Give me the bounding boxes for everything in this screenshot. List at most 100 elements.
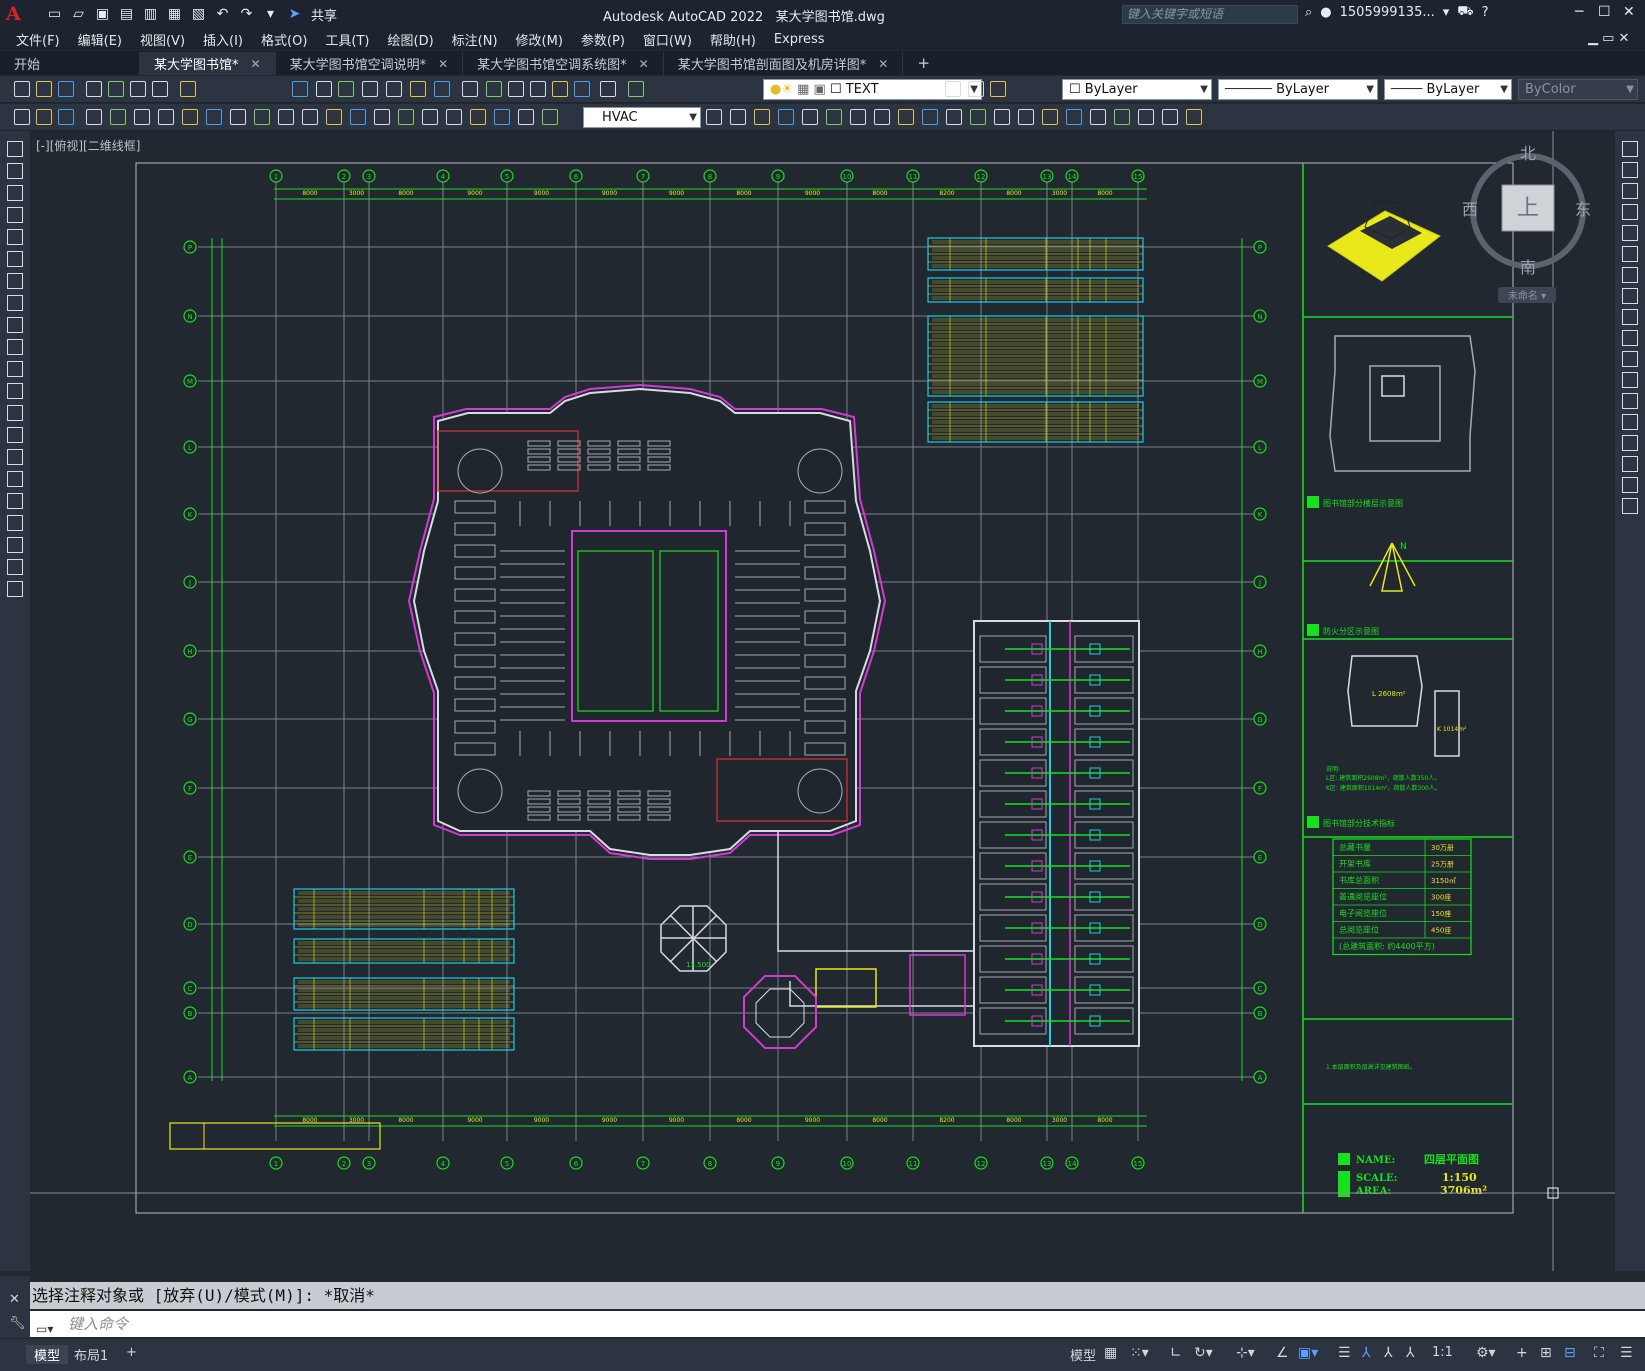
draw-tool-icon[interactable] (7, 317, 23, 333)
dimension-tool-icon[interactable] (134, 109, 150, 125)
modify-tool-icon[interactable] (1622, 372, 1638, 388)
dimension-tool-icon[interactable] (706, 109, 722, 125)
modify-tool-icon[interactable] (1622, 183, 1638, 199)
ortho-icon[interactable]: ∟ (1170, 1345, 1182, 1361)
dimension-tool-icon[interactable] (494, 109, 510, 125)
annotation-scale-icon[interactable]: ⅄ (1406, 1345, 1415, 1361)
draw-tool-icon[interactable] (7, 559, 23, 575)
close-tab-icon[interactable]: ✕ (251, 57, 261, 71)
menu-format[interactable]: 格式(O) (261, 30, 307, 49)
standard-tool-icon[interactable] (462, 81, 478, 97)
user-account[interactable]: 1505999135... (1340, 5, 1435, 20)
osnap-icon[interactable]: ⊹▾ (1236, 1345, 1255, 1361)
dimension-tool-icon[interactable] (1162, 109, 1178, 125)
draw-tool-icon[interactable] (7, 427, 23, 443)
tab-model[interactable]: 模型 (26, 1345, 69, 1364)
dimension-tool-icon[interactable] (302, 109, 318, 125)
tab-ac-description[interactable]: 某大学图书馆空调说明* ✕ (276, 52, 464, 75)
standard-tool-icon[interactable] (574, 81, 590, 97)
menu-parametric[interactable]: 参数(P) (581, 30, 625, 49)
draw-tool-icon[interactable] (7, 273, 23, 289)
draw-tool-icon[interactable] (7, 251, 23, 267)
annomonitor-icon[interactable]: + (1516, 1345, 1528, 1361)
close-button[interactable]: ✕ (1623, 4, 1635, 20)
drawing-canvas[interactable]: 1122334455667788991010111112121313141415… (30, 131, 1615, 1271)
standard-tool-icon[interactable] (552, 81, 568, 97)
tab-ac-system[interactable]: 某大学图书馆空调系统图* ✕ (463, 52, 664, 75)
add-layout-button[interactable]: + (126, 1345, 137, 1360)
menu-draw[interactable]: 绘图(D) (388, 30, 434, 49)
angle-icon[interactable]: ∠ (1276, 1345, 1289, 1361)
dimension-tool-icon[interactable] (970, 109, 986, 125)
dimension-tool-icon[interactable] (446, 109, 462, 125)
dimension-tool-icon[interactable] (542, 109, 558, 125)
menu-help[interactable]: 帮助(H) (710, 30, 756, 49)
menu-edit[interactable]: 编辑(E) (78, 30, 122, 49)
dimension-tool-icon[interactable] (14, 109, 30, 125)
menu-window[interactable]: 窗口(W) (643, 30, 692, 49)
draw-tool-icon[interactable] (7, 185, 23, 201)
redo-icon[interactable]: ↷ (238, 6, 255, 23)
standard-tool-icon[interactable] (58, 81, 74, 97)
modify-tool-icon[interactable] (1622, 435, 1638, 451)
standard-tool-icon[interactable] (86, 81, 102, 97)
dimension-tool-icon[interactable] (470, 109, 486, 125)
new-file-icon[interactable]: ▭ (46, 6, 63, 23)
modify-tool-icon[interactable] (1622, 414, 1638, 430)
minimize-button[interactable]: ─ (1575, 4, 1583, 20)
draw-tool-icon[interactable] (7, 229, 23, 245)
dimension-tool-icon[interactable] (1186, 109, 1202, 125)
save-icon[interactable]: ▣ (94, 6, 111, 23)
dimstyle-combo[interactable]: HVAC ▼ (583, 107, 701, 128)
annotation-scale[interactable]: 1:1 (1432, 1345, 1453, 1360)
drawing-viewport[interactable]: [-][俯视][二维线框] 1 1 2 2 3 3 4 4 5 5 6 6 7 7 8 8 9 9 10 10 11 11… (30, 131, 1615, 1271)
dimension-tool-icon[interactable] (182, 109, 198, 125)
draw-tool-icon[interactable] (7, 383, 23, 399)
dimension-tool-icon[interactable] (1018, 109, 1034, 125)
modify-tool-icon[interactable] (1622, 225, 1638, 241)
standard-tool-icon[interactable] (968, 81, 984, 97)
dimension-tool-icon[interactable] (1090, 109, 1106, 125)
modify-tool-icon[interactable] (1622, 351, 1638, 367)
dimension-tool-icon[interactable] (1042, 109, 1058, 125)
draw-tool-icon[interactable] (7, 163, 23, 179)
draw-tool-icon[interactable] (7, 537, 23, 553)
search-icon[interactable]: ⌕ (1305, 5, 1312, 20)
doc-window-controls[interactable]: ▁ ▭ ✕ (1588, 31, 1629, 46)
new-tab-button[interactable]: + (903, 52, 944, 75)
modify-tool-icon[interactable] (1622, 288, 1638, 304)
dimension-tool-icon[interactable] (754, 109, 770, 125)
dimension-tool-icon[interactable] (278, 109, 294, 125)
menu-insert[interactable]: 插入(I) (203, 30, 243, 49)
grid-icon[interactable]: ▦ (1104, 1345, 1117, 1361)
dimension-tool-icon[interactable] (326, 109, 342, 125)
linetype-combo[interactable]: ────── ByLayer ▼ (1218, 79, 1378, 100)
search-input[interactable]: 键入关键字或短语 (1122, 5, 1298, 24)
modify-tool-icon[interactable] (1622, 456, 1638, 472)
draw-tool-icon[interactable] (7, 141, 23, 157)
dimension-tool-icon[interactable] (946, 109, 962, 125)
color-combo[interactable]: ☐ ByLayer ▼ (1062, 79, 1212, 100)
dimension-tool-icon[interactable] (1138, 109, 1154, 125)
dimension-tool-icon[interactable] (1066, 109, 1082, 125)
dimension-tool-icon[interactable] (994, 109, 1010, 125)
draw-tool-icon[interactable] (7, 515, 23, 531)
modify-tool-icon[interactable] (1622, 498, 1638, 514)
standard-tool-icon[interactable] (292, 81, 308, 97)
polar-icon[interactable]: ↻▾ (1194, 1345, 1213, 1361)
standard-tool-icon[interactable] (386, 81, 402, 97)
dimension-tool-icon[interactable] (158, 109, 174, 125)
modify-tool-icon[interactable] (1622, 330, 1638, 346)
dimension-tool-icon[interactable] (518, 109, 534, 125)
plotstyle-combo[interactable]: ByColor ▼ (1518, 79, 1638, 100)
auto-scale-icon[interactable]: ⅄ (1384, 1345, 1393, 1361)
save-web-icon[interactable]: ▦ (166, 6, 183, 23)
draw-tool-icon[interactable] (7, 295, 23, 311)
dimension-tool-icon[interactable] (922, 109, 938, 125)
standard-tool-icon[interactable] (945, 81, 961, 97)
tab-main-drawing[interactable]: 某大学图书馆* ✕ (140, 52, 276, 75)
draw-tool-icon[interactable] (7, 449, 23, 465)
dimension-tool-icon[interactable] (422, 109, 438, 125)
customize-status-icon[interactable]: ☰ (1620, 1345, 1633, 1361)
quick-props-icon[interactable]: ⊟ (1564, 1345, 1576, 1361)
